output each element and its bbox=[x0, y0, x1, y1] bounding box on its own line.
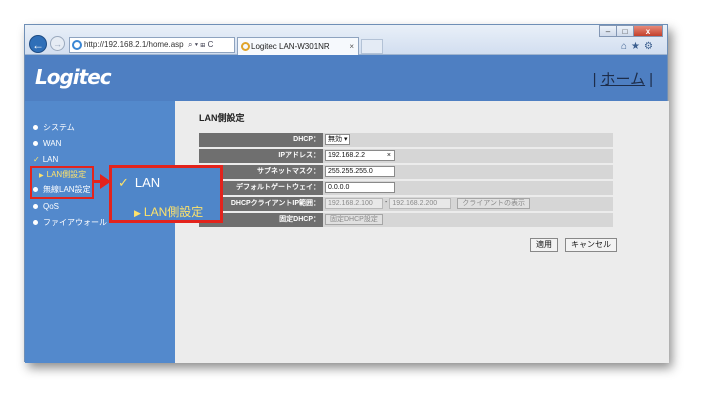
zoom-callout: ✓ LAN ▶ LAN側設定 bbox=[109, 165, 223, 223]
row-value: 0.0.0.0 bbox=[325, 182, 395, 194]
page-title: LAN側設定 bbox=[199, 113, 245, 123]
show-clients-button[interactable]: クライアントの表示 bbox=[457, 198, 531, 209]
row-value: 無効 ▾ bbox=[325, 134, 351, 146]
sidebar-item-firewall[interactable]: ファイアウォール bbox=[33, 218, 107, 228]
sidebar-item-wan[interactable]: WAN bbox=[33, 139, 61, 149]
callout-lan-settings: ▶ LAN側設定 bbox=[134, 203, 203, 220]
back-button[interactable]: ← bbox=[29, 35, 47, 53]
sidebar-item-label: WAN bbox=[43, 139, 62, 148]
sidebar-item-system[interactable]: システム bbox=[33, 123, 75, 133]
gateway-input[interactable]: 0.0.0.0 bbox=[325, 182, 395, 193]
header-banner: Logitec | ホーム | bbox=[25, 55, 667, 101]
sidebar-item-label: LAN bbox=[42, 155, 59, 164]
form-row-gateway: デフォルトゲートウェイ： 0.0.0.0 bbox=[199, 181, 613, 195]
main-content: LAN側設定 DHCP： 無効 ▾ IPアドレス： 192.168.2.2 × サ… bbox=[175, 101, 669, 363]
row-value: 192.168.2.100-192.168.2.200 クライアントの表示 bbox=[325, 198, 531, 210]
row-label: IPアドレス： bbox=[199, 149, 323, 163]
sidebar: システム WAN ✓ LAN ▶ LAN側設定 無線LAN設定 QoS ファイアウォ… bbox=[25, 101, 175, 363]
separator: | bbox=[649, 71, 653, 88]
sidebar-item-qos[interactable]: QoS bbox=[33, 202, 59, 212]
range-start-input[interactable]: 192.168.2.100 bbox=[325, 198, 383, 209]
bullet-icon bbox=[33, 125, 38, 131]
range-dash: - bbox=[385, 199, 388, 206]
forward-button[interactable]: → bbox=[50, 36, 65, 51]
tab-ie-icon bbox=[241, 42, 250, 51]
ie-icon bbox=[72, 40, 82, 50]
form-row-dhcp-range: DHCPクライアントIP範囲： 192.168.2.100-192.168.2.… bbox=[199, 197, 613, 211]
sidebar-item-label: システム bbox=[43, 123, 75, 132]
sidebar-item-lan[interactable]: ✓ LAN bbox=[33, 155, 58, 165]
tab-close-icon[interactable]: × bbox=[349, 38, 354, 55]
form-row-ip: IPアドレス： 192.168.2.2 × bbox=[199, 149, 613, 163]
browser-chrome: ← → http://192.168.2.1/home.asp ⌕ ▾ ⊞ C … bbox=[25, 25, 667, 55]
address-tools-icon[interactable]: ⌕ ▾ ⊞ C bbox=[188, 37, 213, 53]
address-text: http://192.168.2.1/home.asp bbox=[84, 40, 184, 49]
row-label: DHCP： bbox=[199, 133, 323, 147]
sidebar-item-label: QoS bbox=[43, 202, 60, 211]
static-dhcp-button[interactable]: 固定DHCP設定 bbox=[325, 214, 383, 225]
form-row-dhcp: DHCP： 無効 ▾ bbox=[199, 133, 613, 147]
window-controls: – □ x bbox=[599, 25, 663, 37]
dhcp-select[interactable]: 無効 ▾ bbox=[325, 134, 351, 145]
sidebar-item-label: ファイアウォール bbox=[43, 218, 107, 227]
clear-icon[interactable]: × bbox=[387, 151, 391, 160]
tab-title: Logitec LAN-W301NR bbox=[251, 42, 330, 51]
logitec-logo: Logitec bbox=[35, 65, 112, 89]
minimize-button[interactable]: – bbox=[599, 25, 617, 37]
callout-lan-label: LAN bbox=[134, 175, 161, 190]
home-link-wrap: | ホーム | bbox=[593, 68, 653, 89]
bullet-icon bbox=[33, 220, 38, 226]
cancel-button[interactable]: キャンセル bbox=[565, 238, 617, 252]
apply-button[interactable]: 適用 bbox=[530, 238, 558, 252]
callout-sub-label: LAN側設定 bbox=[143, 205, 204, 219]
ip-address-input[interactable]: 192.168.2.2 × bbox=[325, 150, 395, 161]
check-icon: ✓ bbox=[33, 155, 40, 164]
bullet-icon bbox=[33, 141, 38, 147]
home-star-gear-icons[interactable]: ⌂★⚙ bbox=[621, 41, 657, 52]
subnet-mask-input[interactable]: 255.255.255.0 bbox=[325, 166, 395, 177]
ip-address-value: 192.168.2.2 bbox=[328, 152, 365, 159]
row-value: 255.255.255.0 bbox=[325, 166, 395, 178]
range-end-input[interactable]: 192.168.2.200 bbox=[389, 198, 452, 209]
separator: | bbox=[592, 71, 597, 88]
triangle-icon: ▶ bbox=[134, 208, 141, 218]
home-link[interactable]: ホーム bbox=[601, 71, 646, 88]
bullet-icon bbox=[33, 204, 38, 210]
highlight-box bbox=[30, 166, 94, 199]
callout-lan: ✓ LAN bbox=[118, 175, 160, 191]
new-tab-button[interactable] bbox=[361, 39, 383, 54]
check-icon: ✓ bbox=[118, 175, 129, 190]
browser-tab[interactable]: Logitec LAN-W301NR × bbox=[237, 37, 359, 55]
form-row-subnet: サブネットマスク： 255.255.255.0 bbox=[199, 165, 613, 179]
form-row-static-dhcp: 固定DHCP： 固定DHCP設定 bbox=[199, 213, 613, 227]
maximize-button[interactable]: □ bbox=[616, 25, 634, 37]
close-window-button[interactable]: x bbox=[633, 25, 663, 37]
row-value: 固定DHCP設定 bbox=[325, 214, 383, 226]
row-value: 192.168.2.2 × bbox=[325, 150, 395, 162]
